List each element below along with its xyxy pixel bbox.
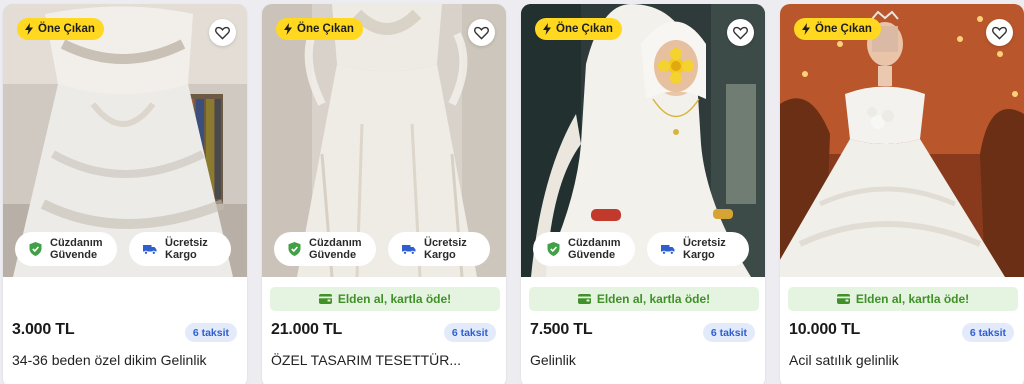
lightning-icon (543, 23, 551, 35)
cash-card-label: Elden al, kartla öde! (596, 292, 711, 306)
price: 10.000 TL (789, 321, 861, 338)
heart-icon (215, 26, 230, 40)
featured-badge-label: Öne Çıkan (38, 23, 95, 35)
shield-check-icon (288, 242, 301, 256)
wallet-secure-pill: Cüzdanım Güvende (274, 232, 376, 266)
featured-badge-label: Öne Çıkan (556, 23, 613, 35)
listing-card[interactable]: Öne Çıkan Cüzdanım Güvende Ücretsiz Karg… (521, 4, 765, 384)
shield-check-icon (547, 242, 560, 256)
price: 7.500 TL (530, 321, 593, 338)
wallet-icon (318, 294, 332, 304)
featured-badge: Öne Çıkan (535, 18, 622, 40)
installment-badge: 6 taksit (443, 323, 496, 342)
favorite-button[interactable] (727, 19, 754, 46)
wallet-secure-label: Cüzdanım Güvende (50, 237, 103, 261)
favorite-button[interactable] (468, 19, 495, 46)
free-shipping-label: Ücretsiz Kargo (424, 237, 467, 261)
listing-title[interactable]: Acil satılık gelinlik (789, 352, 1015, 368)
featured-badge: Öne Çıkan (276, 18, 363, 40)
listing-card[interactable]: Öne Çıkan Elden al, kartla öde! 10.000 T… (780, 4, 1024, 384)
installment-badge: 6 taksit (961, 323, 1014, 342)
featured-badge: Öne Çıkan (794, 18, 881, 40)
lightning-icon (802, 23, 810, 35)
listing-card[interactable]: Öne Çıkan Cüzdanım Güvende Ücretsiz Karg… (3, 4, 247, 384)
cash-card-label: Elden al, kartla öde! (337, 292, 452, 306)
price: 21.000 TL (271, 321, 343, 338)
free-shipping-label: Ücretsiz Kargo (683, 237, 726, 261)
featured-badge-label: Öne Çıkan (815, 23, 872, 35)
listing-title[interactable]: Gelinlik (530, 352, 756, 368)
truck-icon (402, 244, 416, 255)
featured-badge-label: Öne Çıkan (297, 23, 354, 35)
free-shipping-pill: Ücretsiz Kargo (129, 232, 231, 266)
favorite-button[interactable] (986, 19, 1013, 46)
lightning-icon (284, 23, 292, 35)
free-shipping-pill: Ücretsiz Kargo (388, 232, 490, 266)
cash-card-banner: Elden al, kartla öde! (270, 287, 500, 311)
shield-check-icon (29, 242, 42, 256)
heart-icon (733, 26, 748, 40)
wallet-icon (836, 294, 850, 304)
wallet-secure-pill: Cüzdanım Güvende (533, 232, 635, 266)
free-shipping-label: Ücretsiz Kargo (165, 237, 208, 261)
installment-badge: 6 taksit (184, 323, 237, 342)
cash-card-label: Elden al, kartla öde! (855, 292, 970, 306)
listing-title[interactable]: ÖZEL TASARIM TESETTÜR... (271, 352, 497, 368)
wallet-secure-label: Cüzdanım Güvende (309, 237, 362, 261)
wallet-secure-pill: Cüzdanım Güvende (15, 232, 117, 266)
cash-card-banner: Elden al, kartla öde! (529, 287, 759, 311)
free-shipping-pill: Ücretsiz Kargo (647, 232, 749, 266)
truck-icon (661, 244, 675, 255)
listing-card[interactable]: Öne Çıkan Cüzdanım Güvende Ücretsiz Karg… (262, 4, 506, 384)
wallet-icon (577, 294, 591, 304)
featured-badge: Öne Çıkan (17, 18, 104, 40)
heart-icon (992, 26, 1007, 40)
truck-icon (143, 244, 157, 255)
installment-badge: 6 taksit (702, 323, 755, 342)
listing-grid: Öne Çıkan Cüzdanım Güvende Ücretsiz Karg… (0, 0, 1024, 384)
favorite-button[interactable] (209, 19, 236, 46)
lightning-icon (25, 23, 33, 35)
heart-icon (474, 26, 489, 40)
wallet-secure-label: Cüzdanım Güvende (568, 237, 621, 261)
price: 3.000 TL (12, 321, 75, 338)
product-photo[interactable] (780, 4, 1024, 277)
listing-title[interactable]: 34-36 beden özel dikim Gelinlik (12, 352, 238, 368)
cash-card-banner: Elden al, kartla öde! (788, 287, 1018, 311)
